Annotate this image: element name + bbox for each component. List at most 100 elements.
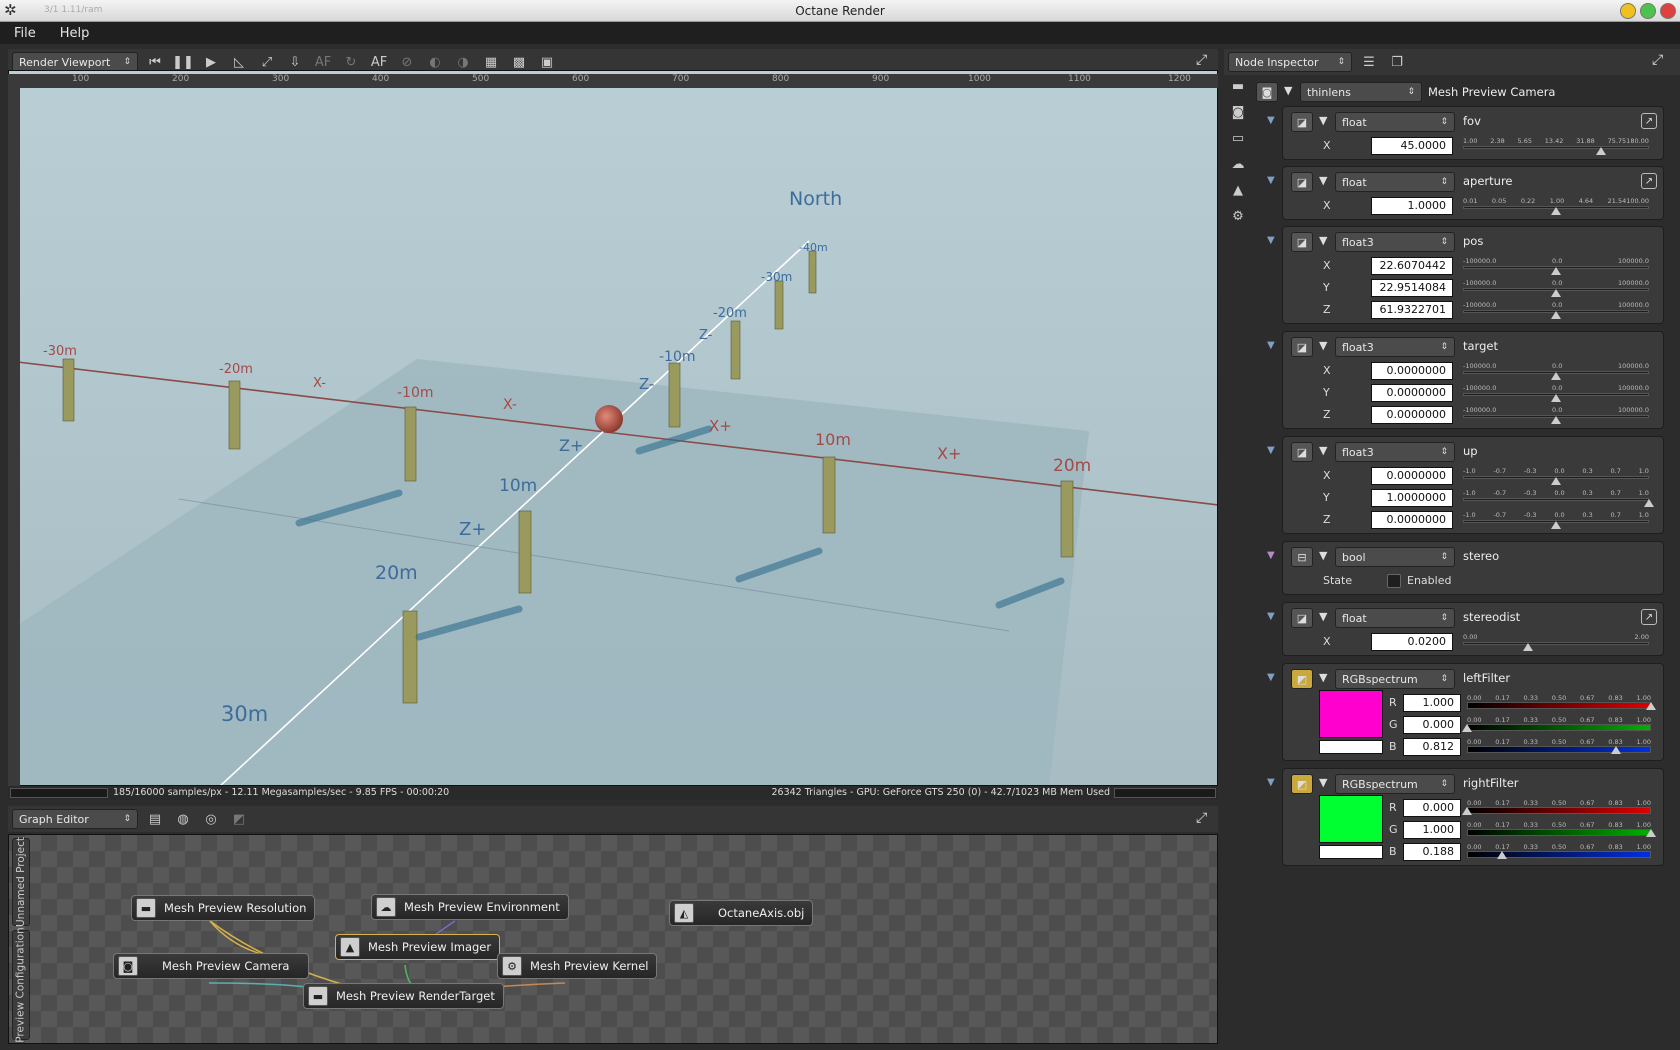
close-button[interactable] — [1660, 3, 1676, 19]
left-filter-g-slider[interactable]: 0.00 0.17 0.33 0.50 0.67 0.83 1.00 — [1462, 716, 1651, 734]
pos-y-slider[interactable]: -100000.0 0.0 100000.0 — [1463, 279, 1649, 297]
inspector-maximize-icon[interactable]: ⤢ — [1652, 52, 1663, 68]
camera-type-select[interactable]: thinlens ⇕ — [1300, 82, 1422, 102]
aperture-slider[interactable]: 0.01 0.05 0.22 1.00 4.64 21.54100.00 — [1463, 197, 1649, 215]
link-icon[interactable]: ↗ — [1641, 113, 1657, 129]
slider-thumb[interactable] — [1462, 807, 1472, 815]
inspector-panel-select[interactable]: Node Inspector ⇕ — [1228, 52, 1352, 72]
left-filter-r-input[interactable]: 1.000 — [1403, 694, 1461, 712]
maximize-button[interactable] — [1640, 3, 1656, 19]
slider-thumb[interactable] — [1551, 311, 1561, 319]
node-mesh-preview-kernel[interactable]: ⚙ Mesh Preview Kernel — [497, 953, 658, 979]
collapse-triangle-icon[interactable]: ▼ — [1319, 339, 1327, 352]
stereo-enabled-checkbox[interactable] — [1387, 574, 1401, 588]
collapse-triangle-icon[interactable]: ▼ — [1319, 776, 1327, 789]
stereodist-slider[interactable]: 0.00 2.00 — [1463, 633, 1649, 651]
viewport-maximize-icon[interactable]: ⤢ — [1196, 52, 1207, 68]
tab-unnamed-project[interactable]: Unnamed Project — [12, 837, 30, 927]
slider-thumb[interactable] — [1646, 702, 1656, 710]
expand-all-icon[interactable]: ❐ — [1386, 51, 1408, 73]
left-filter-b-input[interactable]: 0.812 — [1403, 738, 1461, 756]
collapse-triangle-icon[interactable]: ▼ — [1319, 549, 1327, 562]
slider-thumb[interactable] — [1551, 394, 1561, 402]
pos-type-select[interactable]: float3 ⇕ — [1335, 232, 1455, 252]
fov-x-input[interactable]: 45.0000 — [1371, 137, 1453, 155]
expand-icon[interactable]: ▼ — [1267, 115, 1275, 126]
slider-thumb[interactable] — [1644, 499, 1654, 507]
target-z-slider[interactable]: -100000.0 0.0 100000.0 — [1463, 406, 1649, 424]
collapse-triangle-icon[interactable]: ▼ — [1319, 671, 1327, 684]
tool-icon[interactable]: ◩ — [228, 808, 250, 830]
resolution-node-icon[interactable]: ▬ — [1228, 76, 1248, 96]
up-y-input[interactable]: 1.0000000 — [1371, 489, 1453, 507]
expand-icon[interactable]: ▼ — [1267, 235, 1275, 246]
right-filter-r-input[interactable]: 0.000 — [1403, 799, 1461, 817]
expand-icon[interactable]: ▼ — [1267, 672, 1275, 683]
aperture-x-input[interactable]: 1.0000 — [1371, 197, 1453, 215]
up-z-input[interactable]: 0.0000000 — [1371, 511, 1453, 529]
stereodist-type-select[interactable]: float ⇕ — [1335, 608, 1455, 628]
up-y-slider[interactable]: -1.0 -0.7 -0.3 0.0 0.3 0.7 1.0 — [1463, 489, 1654, 507]
expand-icon[interactable]: ▼ — [1267, 445, 1275, 456]
slider-thumb[interactable] — [1462, 724, 1472, 732]
menu-help[interactable]: Help — [60, 26, 90, 41]
graph-canvas[interactable]: ▬ Mesh Preview Resolution ☁ Mesh Preview E… — [8, 834, 1218, 1044]
right-filter-g-input[interactable]: 1.000 — [1403, 821, 1461, 839]
slider-thumb[interactable] — [1551, 372, 1561, 380]
render-viewport[interactable]: North -40m -30m -20m Z- -10m Z- Z+ 10m Z… — [8, 70, 1218, 786]
pos-y-input[interactable]: 22.9514084 — [1371, 279, 1453, 297]
right-filter-type-select[interactable]: RGBspectrum ⇕ — [1335, 774, 1455, 794]
new-project-icon[interactable]: ▤ — [144, 808, 166, 830]
kernel-node-icon[interactable]: ⚙ — [1228, 206, 1248, 226]
right-filter-g-slider[interactable]: 0.00 0.17 0.33 0.50 0.67 0.83 1.00 — [1467, 821, 1656, 839]
node-mesh-preview-imager[interactable]: ▲ Mesh Preview Imager — [335, 934, 501, 960]
node-mesh-preview-resolution[interactable]: ▬ Mesh Preview Resolution — [131, 895, 316, 921]
slider-thumb[interactable] — [1551, 289, 1561, 297]
pos-x-slider[interactable]: -100000.0 0.0 100000.0 — [1463, 257, 1649, 275]
up-z-slider[interactable]: -1.0 -0.7 -0.3 0.0 0.3 0.7 1.0 — [1463, 511, 1649, 529]
link-icon[interactable]: ↗ — [1641, 173, 1657, 189]
node-mesh-preview-environment[interactable]: ☁ Mesh Preview Environment — [371, 894, 569, 920]
slider-thumb[interactable] — [1551, 477, 1561, 485]
slider-thumb[interactable] — [1595, 147, 1606, 155]
left-filter-g-input[interactable]: 0.000 — [1403, 716, 1461, 734]
slider-thumb[interactable] — [1551, 416, 1561, 424]
collapse-triangle-icon[interactable]: ▼ — [1319, 610, 1327, 623]
environment-node-icon[interactable]: ☁ — [1228, 154, 1248, 174]
right-filter-r-slider[interactable]: 0.00 0.17 0.33 0.50 0.67 0.83 1.00 — [1462, 799, 1651, 817]
aperture-type-select[interactable]: float ⇕ — [1335, 172, 1455, 192]
stereodist-x-input[interactable]: 0.0200 — [1371, 633, 1453, 651]
rendertarget-node-icon[interactable]: ▭ — [1228, 128, 1248, 148]
slider-thumb[interactable] — [1551, 267, 1561, 275]
up-type-select[interactable]: float3 ⇕ — [1335, 442, 1455, 462]
minimize-button[interactable] — [1620, 3, 1636, 19]
collapse-triangle-icon[interactable]: ▼ — [1319, 114, 1327, 127]
tab-preview-configuration[interactable]: Preview Configuration — [12, 927, 30, 1043]
collapse-triangle-icon[interactable]: ▼ — [1284, 84, 1292, 97]
pos-z-slider[interactable]: -100000.0 0.0 100000.0 — [1463, 301, 1649, 319]
pos-z-input[interactable]: 61.9322701 — [1371, 301, 1453, 319]
up-x-input[interactable]: 0.0000000 — [1371, 467, 1453, 485]
node-mesh-preview-rendertarget[interactable]: ▬ Mesh Preview RenderTarget — [303, 983, 504, 1009]
collapse-triangle-icon[interactable]: ▼ — [1319, 444, 1327, 457]
menu-file[interactable]: File — [14, 26, 36, 41]
target-type-select[interactable]: float3 ⇕ — [1335, 337, 1455, 357]
expand-icon[interactable]: ▼ — [1267, 777, 1275, 788]
link-icon[interactable]: ↗ — [1641, 609, 1657, 625]
fov-type-select[interactable]: float ⇕ — [1335, 112, 1455, 132]
imager-node-icon[interactable]: ▲ — [1228, 180, 1248, 200]
expand-icon[interactable]: ▼ — [1267, 550, 1275, 561]
graph-panel-select[interactable]: Graph Editor ⇕ — [12, 809, 138, 829]
expand-icon[interactable]: ▼ — [1267, 611, 1275, 622]
up-x-slider[interactable]: -1.0 -0.7 -0.3 0.0 0.3 0.7 1.0 — [1463, 467, 1649, 485]
right-filter-color-swatch[interactable] — [1319, 795, 1383, 843]
load-icon[interactable]: ◍ — [172, 808, 194, 830]
right-filter-b-slider[interactable]: 0.00 0.17 0.33 0.50 0.67 0.83 1.00 — [1467, 843, 1651, 861]
target-y-input[interactable]: 0.0000000 — [1371, 384, 1453, 402]
left-filter-type-select[interactable]: RGBspectrum ⇕ — [1335, 669, 1455, 689]
left-filter-r-slider[interactable]: 0.00 0.17 0.33 0.50 0.67 0.83 1.00 — [1467, 694, 1656, 712]
node-octane-axis-obj[interactable]: ◭ OctaneAxis.obj — [669, 900, 814, 926]
left-filter-b-slider[interactable]: 0.00 0.17 0.33 0.50 0.67 0.83 1.00 — [1467, 738, 1651, 756]
expand-icon[interactable]: ▼ — [1267, 340, 1275, 351]
viewport-panel-select[interactable]: Render Viewport ⇕ — [12, 52, 138, 72]
